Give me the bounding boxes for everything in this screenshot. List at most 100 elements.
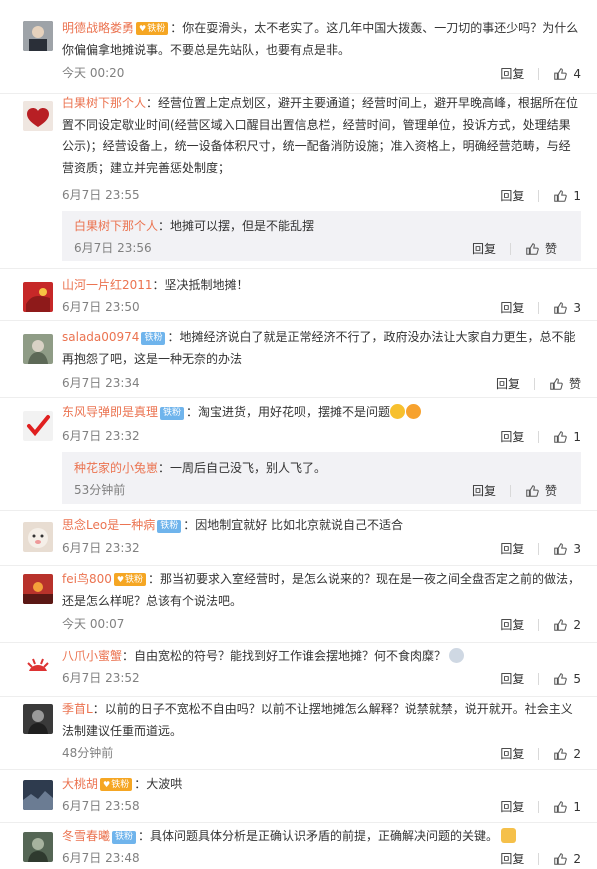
divider <box>538 747 540 760</box>
comment-item: salada00974 铁粉 ：地摊经济说白了就是正常经济不行了，政府没办法让大家自… <box>0 320 597 398</box>
thumbs-up-icon[interactable] <box>553 542 568 556</box>
like-count[interactable]: 1 <box>573 186 581 206</box>
comment-time: 6月7日 23:32 <box>62 429 140 443</box>
fan-badge[interactable]: 铁粉 <box>113 573 147 586</box>
avatar[interactable] <box>23 282 53 312</box>
thumbs-up-icon[interactable] <box>553 672 568 686</box>
reply-button[interactable]: 回复 <box>500 539 524 559</box>
reply-button[interactable]: 回复 <box>500 615 524 635</box>
reply-box: 白果树下那个人：地摊可以摆，但是不能乱摆 6月7日 23:56 回复 赞 <box>62 211 581 261</box>
avatar[interactable] <box>23 704 53 734</box>
divider <box>538 672 540 685</box>
thumbs-up-icon[interactable] <box>553 189 568 203</box>
like-label[interactable]: 赞 <box>569 374 581 394</box>
like-count[interactable]: 4 <box>573 64 581 84</box>
like-label[interactable]: 赞 <box>545 481 557 501</box>
thumbs-up-icon[interactable] <box>549 377 563 391</box>
like-count[interactable]: 3 <box>573 539 581 559</box>
reply-text: ：地摊可以摆，但是不能乱摆 <box>158 219 315 233</box>
avatar[interactable] <box>23 334 53 364</box>
reply-button[interactable]: 回复 <box>472 481 496 501</box>
comment-username[interactable]: 东风导弹即是真理 <box>62 405 158 419</box>
comment-body: 季苜L：以前的日子不宽松不自由吗？以前不让摆地摊怎么解释？说禁就禁，说开就开。社… <box>62 699 581 742</box>
comment-username[interactable]: 白果树下那个人 <box>62 96 146 110</box>
reply-button[interactable]: 回复 <box>472 239 496 259</box>
comment-item: 冬雪春曦 铁粉 ：具体问题具体分析是正确认识矛盾的前提，正确解决问题的关键。 6月7… <box>0 822 597 866</box>
comment-time: 48分钟前 <box>62 746 114 760</box>
reply-actions: 回复 赞 <box>472 480 557 501</box>
comment-text: ：坚决抵制地摊！ <box>152 278 249 292</box>
comment-username[interactable]: 大桃胡 <box>62 777 98 791</box>
fan-badge[interactable]: 铁粉 <box>141 332 166 345</box>
comment-actions: 回复 3 <box>500 538 581 559</box>
comment-time: 6月7日 23:34 <box>62 376 140 390</box>
reply-button[interactable]: 回复 <box>500 797 524 817</box>
thumbs-up-icon[interactable] <box>553 430 568 444</box>
comment-username[interactable]: 山河一片红2011 <box>62 278 153 292</box>
comment-actions: 回复 1 <box>500 426 581 447</box>
comment-username[interactable]: 冬雪春曦 <box>62 829 110 843</box>
fan-badge[interactable]: 铁粉 <box>157 520 182 533</box>
fan-badge[interactable]: 铁粉 <box>100 778 133 791</box>
comment-username[interactable]: 八爪小蜜蟹 <box>62 649 122 663</box>
laughing-emoji-icon <box>390 404 406 419</box>
avatar[interactable] <box>23 780 53 810</box>
avatar[interactable] <box>23 522 53 552</box>
fan-badge[interactable]: 铁粉 <box>112 831 137 844</box>
like-count[interactable]: 1 <box>573 427 581 447</box>
divider <box>538 542 540 555</box>
reply-button[interactable]: 回复 <box>500 669 524 689</box>
reply-username[interactable]: 白果树下那个人 <box>74 219 158 233</box>
comment-username[interactable]: fei鸟800 <box>62 572 112 586</box>
reply-button[interactable]: 回复 <box>500 64 524 84</box>
avatar[interactable] <box>23 101 53 131</box>
divider <box>533 377 535 390</box>
comment-item: 季苜L：以前的日子不宽松不自由吗？以前不让摆地摊怎么解释？说禁就禁，说开就开。社… <box>0 696 597 770</box>
comment-username[interactable]: 季苜L <box>62 702 93 716</box>
thumbs-up-icon[interactable] <box>553 747 568 761</box>
divider <box>538 430 540 443</box>
comment-username[interactable]: salada00974 <box>62 330 139 344</box>
comment-body: 思念Leo是一种病 铁粉 ：因地制宜就好 比如北京就说自己不适合 <box>62 515 581 537</box>
avatar[interactable] <box>23 574 53 604</box>
thumbs-up-icon[interactable] <box>553 852 568 866</box>
thumbs-up-icon[interactable] <box>553 67 568 81</box>
like-count[interactable]: 1 <box>573 797 581 817</box>
avatar[interactable] <box>23 651 53 681</box>
thumbs-up-icon[interactable] <box>525 484 539 498</box>
reply-button[interactable]: 回复 <box>500 298 524 318</box>
fan-badge[interactable]: 铁粉 <box>136 22 169 35</box>
divider <box>509 242 511 255</box>
like-label[interactable]: 赞 <box>545 239 557 259</box>
thumbs-up-icon[interactable] <box>553 301 568 315</box>
reply-username[interactable]: 种花家的小兔崽 <box>74 461 158 475</box>
comment-item: 大桃胡铁粉：大波哄 6月7日 23:58 回复 1 <box>0 769 597 823</box>
reply-button[interactable]: 回复 <box>496 374 520 394</box>
fan-badge[interactable]: 铁粉 <box>160 407 185 420</box>
reply-actions: 回复 赞 <box>472 238 557 259</box>
avatar[interactable] <box>23 832 53 862</box>
like-count[interactable]: 2 <box>573 744 581 764</box>
reply-button[interactable]: 回复 <box>500 744 524 764</box>
comment-body: fei鸟800铁粉：那当初要求入室经营时，是怎么说来的？现在是一夜之间全盘否定之… <box>62 569 581 612</box>
comment-time: 6月7日 23:52 <box>62 671 140 685</box>
thumbs-up-icon[interactable] <box>553 618 568 632</box>
like-count[interactable]: 2 <box>573 615 581 635</box>
comment-body: 八爪小蜜蟹：自由宽松的符号？能找到好工作谁会摆地摊？何不食肉糜？ <box>62 646 581 668</box>
divider <box>538 301 540 314</box>
reply-button[interactable]: 回复 <box>500 186 524 206</box>
comment-username[interactable]: 思念Leo是一种病 <box>62 518 155 532</box>
comment-username[interactable]: 明德战略娄勇 <box>62 21 134 35</box>
thumbs-up-icon[interactable] <box>553 800 568 814</box>
thumbs-up-icon[interactable] <box>525 242 539 256</box>
like-count[interactable]: 3 <box>573 298 581 318</box>
divider <box>538 189 540 202</box>
comment-item: 白果树下那个人：经营位置上定点划区，避开主要通道；经营时间上，避开早晚高峰，根据… <box>0 93 597 269</box>
avatar[interactable] <box>23 21 53 51</box>
reply-button[interactable]: 回复 <box>500 427 524 447</box>
comment-item: 八爪小蜜蟹：自由宽松的符号？能找到好工作谁会摆地摊？何不食肉糜？ 6月7日 23… <box>0 642 597 697</box>
shocked-emoji-icon <box>449 648 465 663</box>
avatar[interactable] <box>23 411 53 441</box>
reply-body: 白果树下那个人：地摊可以摆，但是不能乱摆 <box>74 216 569 236</box>
like-count[interactable]: 5 <box>573 669 581 689</box>
